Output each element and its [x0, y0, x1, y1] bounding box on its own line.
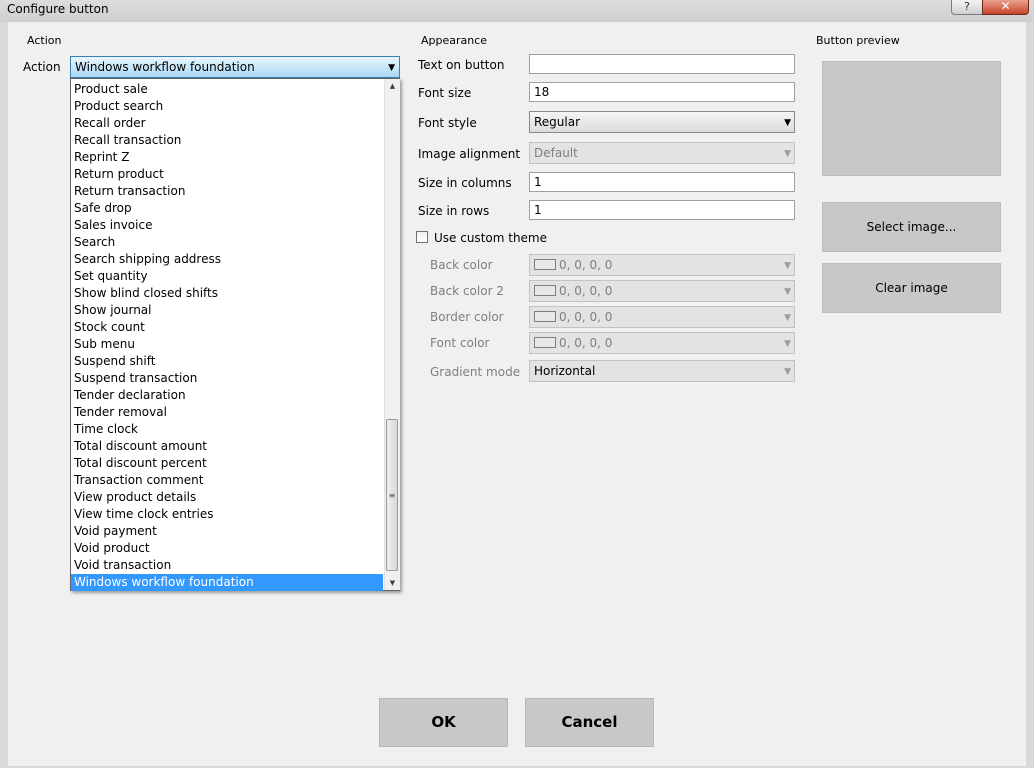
button-preview-header: Button preview	[816, 34, 900, 47]
border-color-combo[interactable]: 0, 0, 0, 0 ▼	[529, 306, 795, 328]
gradient-mode-combo[interactable]: Horizontal ▼	[529, 360, 795, 382]
action-option[interactable]: Tender declaration	[71, 387, 383, 404]
action-option[interactable]: Transaction comment	[71, 472, 383, 489]
action-option[interactable]: Void transaction	[71, 557, 383, 574]
size-in-columns-field[interactable]: 1	[529, 172, 795, 192]
action-option[interactable]: View time clock entries	[71, 506, 383, 523]
size-in-rows-label: Size in rows	[418, 204, 490, 218]
size-in-rows-field[interactable]: 1	[529, 200, 795, 220]
action-option[interactable]: Time clock	[71, 421, 383, 438]
ok-button[interactable]: OK	[379, 698, 508, 747]
back-color-combo[interactable]: 0, 0, 0, 0 ▼	[529, 254, 795, 276]
color-swatch-icon	[534, 285, 556, 296]
font-style-label: Font style	[418, 116, 477, 130]
select-image-button[interactable]: Select image...	[822, 202, 1001, 252]
action-option[interactable]: View product details	[71, 489, 383, 506]
action-section-header: Action	[27, 34, 62, 47]
action-option[interactable]: Return transaction	[71, 183, 383, 200]
action-option[interactable]: Search shipping address	[71, 251, 383, 268]
action-option[interactable]: Recall transaction	[71, 132, 383, 149]
back-color-label: Back color	[430, 258, 493, 272]
action-option[interactable]: Reprint Z	[71, 149, 383, 166]
font-style-value: Regular	[534, 115, 581, 129]
action-combo[interactable]: Windows workflow foundation ▼	[70, 56, 400, 78]
clear-image-button[interactable]: Clear image	[822, 263, 1001, 313]
chevron-down-icon: ▼	[784, 313, 791, 323]
action-option[interactable]: Total discount percent	[71, 455, 383, 472]
back-color-2-value: 0, 0, 0, 0	[559, 284, 613, 298]
gradient-mode-value: Horizontal	[534, 364, 596, 378]
window-title: Configure button	[7, 2, 109, 16]
action-option[interactable]: Tender removal	[71, 404, 383, 421]
font-color-combo[interactable]: 0, 0, 0, 0 ▼	[529, 332, 795, 354]
font-color-label: Font color	[430, 336, 490, 350]
font-size-field[interactable]: 18	[529, 82, 795, 102]
font-style-combo[interactable]: Regular ▼	[529, 111, 795, 133]
action-option[interactable]: Stock count	[71, 319, 383, 336]
action-option[interactable]: Return product	[71, 166, 383, 183]
action-option[interactable]: Total discount amount	[71, 438, 383, 455]
image-alignment-label: Image alignment	[418, 147, 521, 161]
appearance-section-header: Appearance	[421, 34, 488, 47]
color-swatch-icon	[534, 311, 556, 322]
action-option[interactable]: Safe drop	[71, 200, 383, 217]
action-option[interactable]: Set quantity	[71, 268, 383, 285]
chevron-down-icon: ▼	[784, 339, 791, 349]
scroll-down-arrow-icon[interactable]: ▼	[385, 576, 400, 590]
back-color-2-label: Back color 2	[430, 284, 504, 298]
back-color-2-combo[interactable]: 0, 0, 0, 0 ▼	[529, 280, 795, 302]
scroll-up-arrow-icon[interactable]: ▲	[385, 79, 400, 93]
button-preview-box	[822, 61, 1001, 176]
border-color-value: 0, 0, 0, 0	[559, 310, 613, 324]
action-option[interactable]: Recall order	[71, 115, 383, 132]
color-swatch-icon	[534, 337, 556, 348]
action-option[interactable]: Suspend transaction	[71, 370, 383, 387]
action-option[interactable]: Product sale	[71, 81, 383, 98]
dialog-client: Action Action Windows workflow foundatio…	[8, 22, 1026, 766]
use-custom-theme-checkbox[interactable]	[416, 231, 428, 243]
action-dropdown-list[interactable]: Product sale Product search Recall order Re…	[70, 78, 400, 591]
use-custom-theme-label[interactable]: Use custom theme	[434, 231, 547, 245]
title-bar: Configure button ? ✕	[0, 0, 1034, 22]
border-color-label: Border color	[430, 310, 504, 324]
image-alignment-value: Default	[534, 146, 578, 160]
chevron-down-icon: ▼	[784, 287, 791, 297]
action-option[interactable]: Product search	[71, 98, 383, 115]
font-color-value: 0, 0, 0, 0	[559, 336, 613, 350]
action-option[interactable]: Show blind closed shifts	[71, 285, 383, 302]
action-option[interactable]: Search	[71, 234, 383, 251]
text-on-button-field[interactable]	[529, 54, 795, 74]
font-size-label: Font size	[418, 86, 472, 100]
action-option[interactable]: Suspend shift	[71, 353, 383, 370]
chevron-down-icon: ▼	[388, 63, 395, 73]
scrollbar-thumb[interactable]: ≡	[386, 419, 398, 571]
image-alignment-combo[interactable]: Default ▼	[529, 142, 795, 164]
chevron-down-icon: ▼	[784, 118, 791, 128]
action-option[interactable]: Windows workflow foundation	[71, 574, 383, 591]
dropdown-scrollbar[interactable]: ▲ ≡ ▼	[384, 79, 400, 590]
action-option[interactable]: Show journal	[71, 302, 383, 319]
action-option[interactable]: Sub menu	[71, 336, 383, 353]
action-label: Action	[23, 60, 61, 74]
chevron-down-icon: ▼	[784, 149, 791, 159]
text-on-button-label: Text on button	[418, 58, 505, 72]
action-options: Product sale Product search Recall order Re…	[71, 81, 383, 591]
cancel-button[interactable]: Cancel	[525, 698, 654, 747]
back-color-value: 0, 0, 0, 0	[559, 258, 613, 272]
gradient-mode-label: Gradient mode	[430, 365, 521, 379]
action-option[interactable]: Sales invoice	[71, 217, 383, 234]
size-in-columns-label: Size in columns	[418, 176, 512, 190]
chevron-down-icon: ▼	[784, 367, 791, 377]
chevron-down-icon: ▼	[784, 261, 791, 271]
action-option[interactable]: Void product	[71, 540, 383, 557]
action-option[interactable]: Void payment	[71, 523, 383, 540]
color-swatch-icon	[534, 259, 556, 270]
action-combo-value: Windows workflow foundation	[75, 60, 255, 74]
help-button[interactable]: ?	[951, 0, 983, 15]
close-button[interactable]: ✕	[982, 0, 1029, 15]
